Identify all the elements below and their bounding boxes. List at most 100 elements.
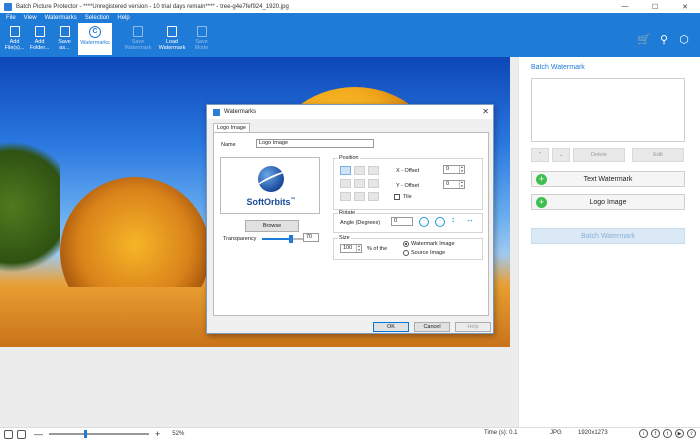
photo-left-tree — [0, 127, 60, 287]
logo-image-label: Logo Image — [589, 198, 627, 206]
flip-vertical-icon[interactable]: ↕ — [451, 215, 455, 224]
transparency-label: Transparency — [223, 236, 257, 242]
load-watermark-button[interactable]: Load Watermark — [156, 23, 188, 55]
minimize-button[interactable]: — — [610, 0, 640, 13]
move-up-button[interactable]: ⌃ — [531, 148, 549, 162]
add-folder-label: Add Folder... — [29, 39, 50, 51]
source-image-radio[interactable] — [403, 250, 409, 256]
add-folder-button[interactable]: Add Folder... — [28, 23, 51, 55]
zoom-out-icon[interactable]: — — [34, 429, 43, 439]
menu-help[interactable]: Help — [117, 15, 129, 21]
batch-watermark-button[interactable]: Batch Watermark — [531, 228, 685, 244]
toolbar-right-icons: 🛒 ⚲ ⬡ — [637, 33, 690, 46]
spin-arrows-icon[interactable]: ▲ ▼ — [356, 244, 361, 252]
delete-label: Delete — [591, 152, 607, 158]
facebook-icon[interactable]: f — [651, 429, 660, 438]
position-bottom-left[interactable] — [340, 192, 351, 201]
add-folder-icon — [34, 26, 45, 37]
position-top-center[interactable] — [354, 166, 365, 175]
position-bottom-right[interactable] — [368, 192, 379, 201]
watermark-image-radio[interactable] — [403, 241, 409, 247]
save-mode-button[interactable]: Save Mode — [190, 23, 213, 55]
flip-horizontal-icon[interactable]: ↔ — [466, 215, 474, 224]
position-top-left[interactable] — [340, 166, 351, 175]
transparency-value[interactable]: 70 — [303, 233, 319, 242]
menu-view[interactable]: View — [24, 15, 37, 21]
save-watermark-button[interactable]: Save Watermark — [122, 23, 154, 55]
menu-selection[interactable]: Selection — [85, 15, 110, 21]
panel-title: Batch Watermark — [531, 64, 585, 71]
watermark-list[interactable] — [531, 78, 685, 142]
dialog-icon — [213, 108, 220, 116]
angle-field[interactable]: 0 — [391, 217, 413, 226]
browse-button[interactable]: Browse — [245, 220, 299, 232]
search-icon[interactable]: ⚲ — [658, 33, 670, 46]
save-icon — [59, 26, 70, 37]
zoom-knob[interactable] — [84, 430, 87, 438]
menu-watermarks[interactable]: Watermarks — [45, 15, 77, 21]
spin-arrows-icon[interactable]: ▲ ▼ — [459, 180, 464, 188]
position-middle-center[interactable] — [354, 179, 365, 188]
move-down-button[interactable]: ⌄ — [552, 148, 570, 162]
size-label: Size — [338, 235, 351, 241]
edit-button[interactable]: Edit — [632, 148, 684, 162]
tile-checkbox[interactable] — [394, 194, 400, 200]
time-readout: Time (s): 0.1 — [484, 430, 518, 436]
logo-preview: SoftOrbits™ — [220, 157, 320, 214]
size-field[interactable]: 100 ▲ ▼ — [340, 244, 362, 253]
watermarks-button[interactable]: C Watermarks — [78, 23, 112, 55]
close-window-button[interactable]: ✕ — [670, 0, 700, 13]
x-offset-field[interactable]: 0 ▲ ▼ — [443, 165, 465, 174]
add-files-button[interactable]: Add File(s)... — [3, 23, 26, 55]
zoom-fit-icon[interactable] — [4, 429, 13, 439]
position-label: Position — [338, 155, 360, 161]
youtube-icon[interactable]: ▶ — [675, 429, 684, 438]
cancel-button[interactable]: Cancel — [414, 322, 450, 332]
text-watermark-button[interactable]: + Text Watermark — [531, 171, 685, 187]
tab-logo-image[interactable]: Logo Image — [213, 123, 251, 132]
menu-file[interactable]: File — [6, 15, 16, 21]
delete-button[interactable]: Delete — [573, 148, 625, 162]
rotate-label: Rotate — [338, 210, 357, 216]
panel-small-buttons: ⌃ ⌄ Delete Edit — [531, 148, 685, 162]
social-icons: i f t ▶ ⇪ — [639, 429, 696, 438]
logo-image-button[interactable]: + Logo Image — [531, 194, 685, 210]
name-field[interactable]: Logo Image — [256, 139, 374, 148]
info-icon[interactable]: i — [639, 429, 648, 438]
spin-arrows-icon[interactable]: ▲ ▼ — [459, 165, 464, 173]
format-readout: JPG — [550, 430, 562, 436]
zoom-actual-icon[interactable] — [17, 429, 26, 439]
rotate-right-icon[interactable] — [435, 217, 445, 227]
position-middle-right[interactable] — [368, 179, 379, 188]
zoom-slider[interactable] — [49, 430, 149, 438]
dialog-title-bar: Watermarks — [207, 105, 493, 119]
transparency-slider[interactable] — [262, 235, 304, 243]
position-top-right[interactable] — [368, 166, 379, 175]
y-offset-field[interactable]: 0 ▲ ▼ — [443, 180, 465, 189]
save-mode-label: Save Mode — [194, 39, 209, 51]
title-bar: Batch Picture Protector - ****Unregister… — [0, 0, 700, 13]
cart-icon[interactable]: 🛒 — [637, 33, 651, 46]
ok-button[interactable]: OK — [373, 322, 409, 332]
edit-label: Edit — [653, 152, 663, 158]
dimensions-readout: 1920x1273 — [578, 430, 608, 436]
zoom-in-icon[interactable]: + — [155, 429, 160, 439]
zoom-icons — [4, 429, 26, 439]
position-bottom-center[interactable] — [354, 192, 365, 201]
transparency-fill — [262, 238, 292, 240]
share-icon[interactable]: ⇪ — [687, 429, 696, 438]
transparency-knob[interactable] — [289, 235, 294, 243]
rotate-left-icon[interactable] — [419, 217, 429, 227]
help-button[interactable]: Help — [455, 322, 491, 332]
maximize-button[interactable]: ☐ — [640, 0, 670, 13]
save-as-button[interactable]: Save as... — [53, 23, 76, 55]
copyright-icon: C — [89, 26, 101, 38]
plus-icon: + — [536, 174, 547, 185]
box-icon[interactable]: ⬡ — [678, 33, 690, 46]
watermark-image-label: Watermark Image — [411, 241, 455, 247]
position-middle-left[interactable] — [340, 179, 351, 188]
twitter-icon[interactable]: t — [663, 429, 672, 438]
app-icon — [4, 2, 12, 11]
size-suffix: % of the — [367, 246, 388, 252]
dialog-close-icon[interactable]: ✕ — [482, 107, 489, 116]
